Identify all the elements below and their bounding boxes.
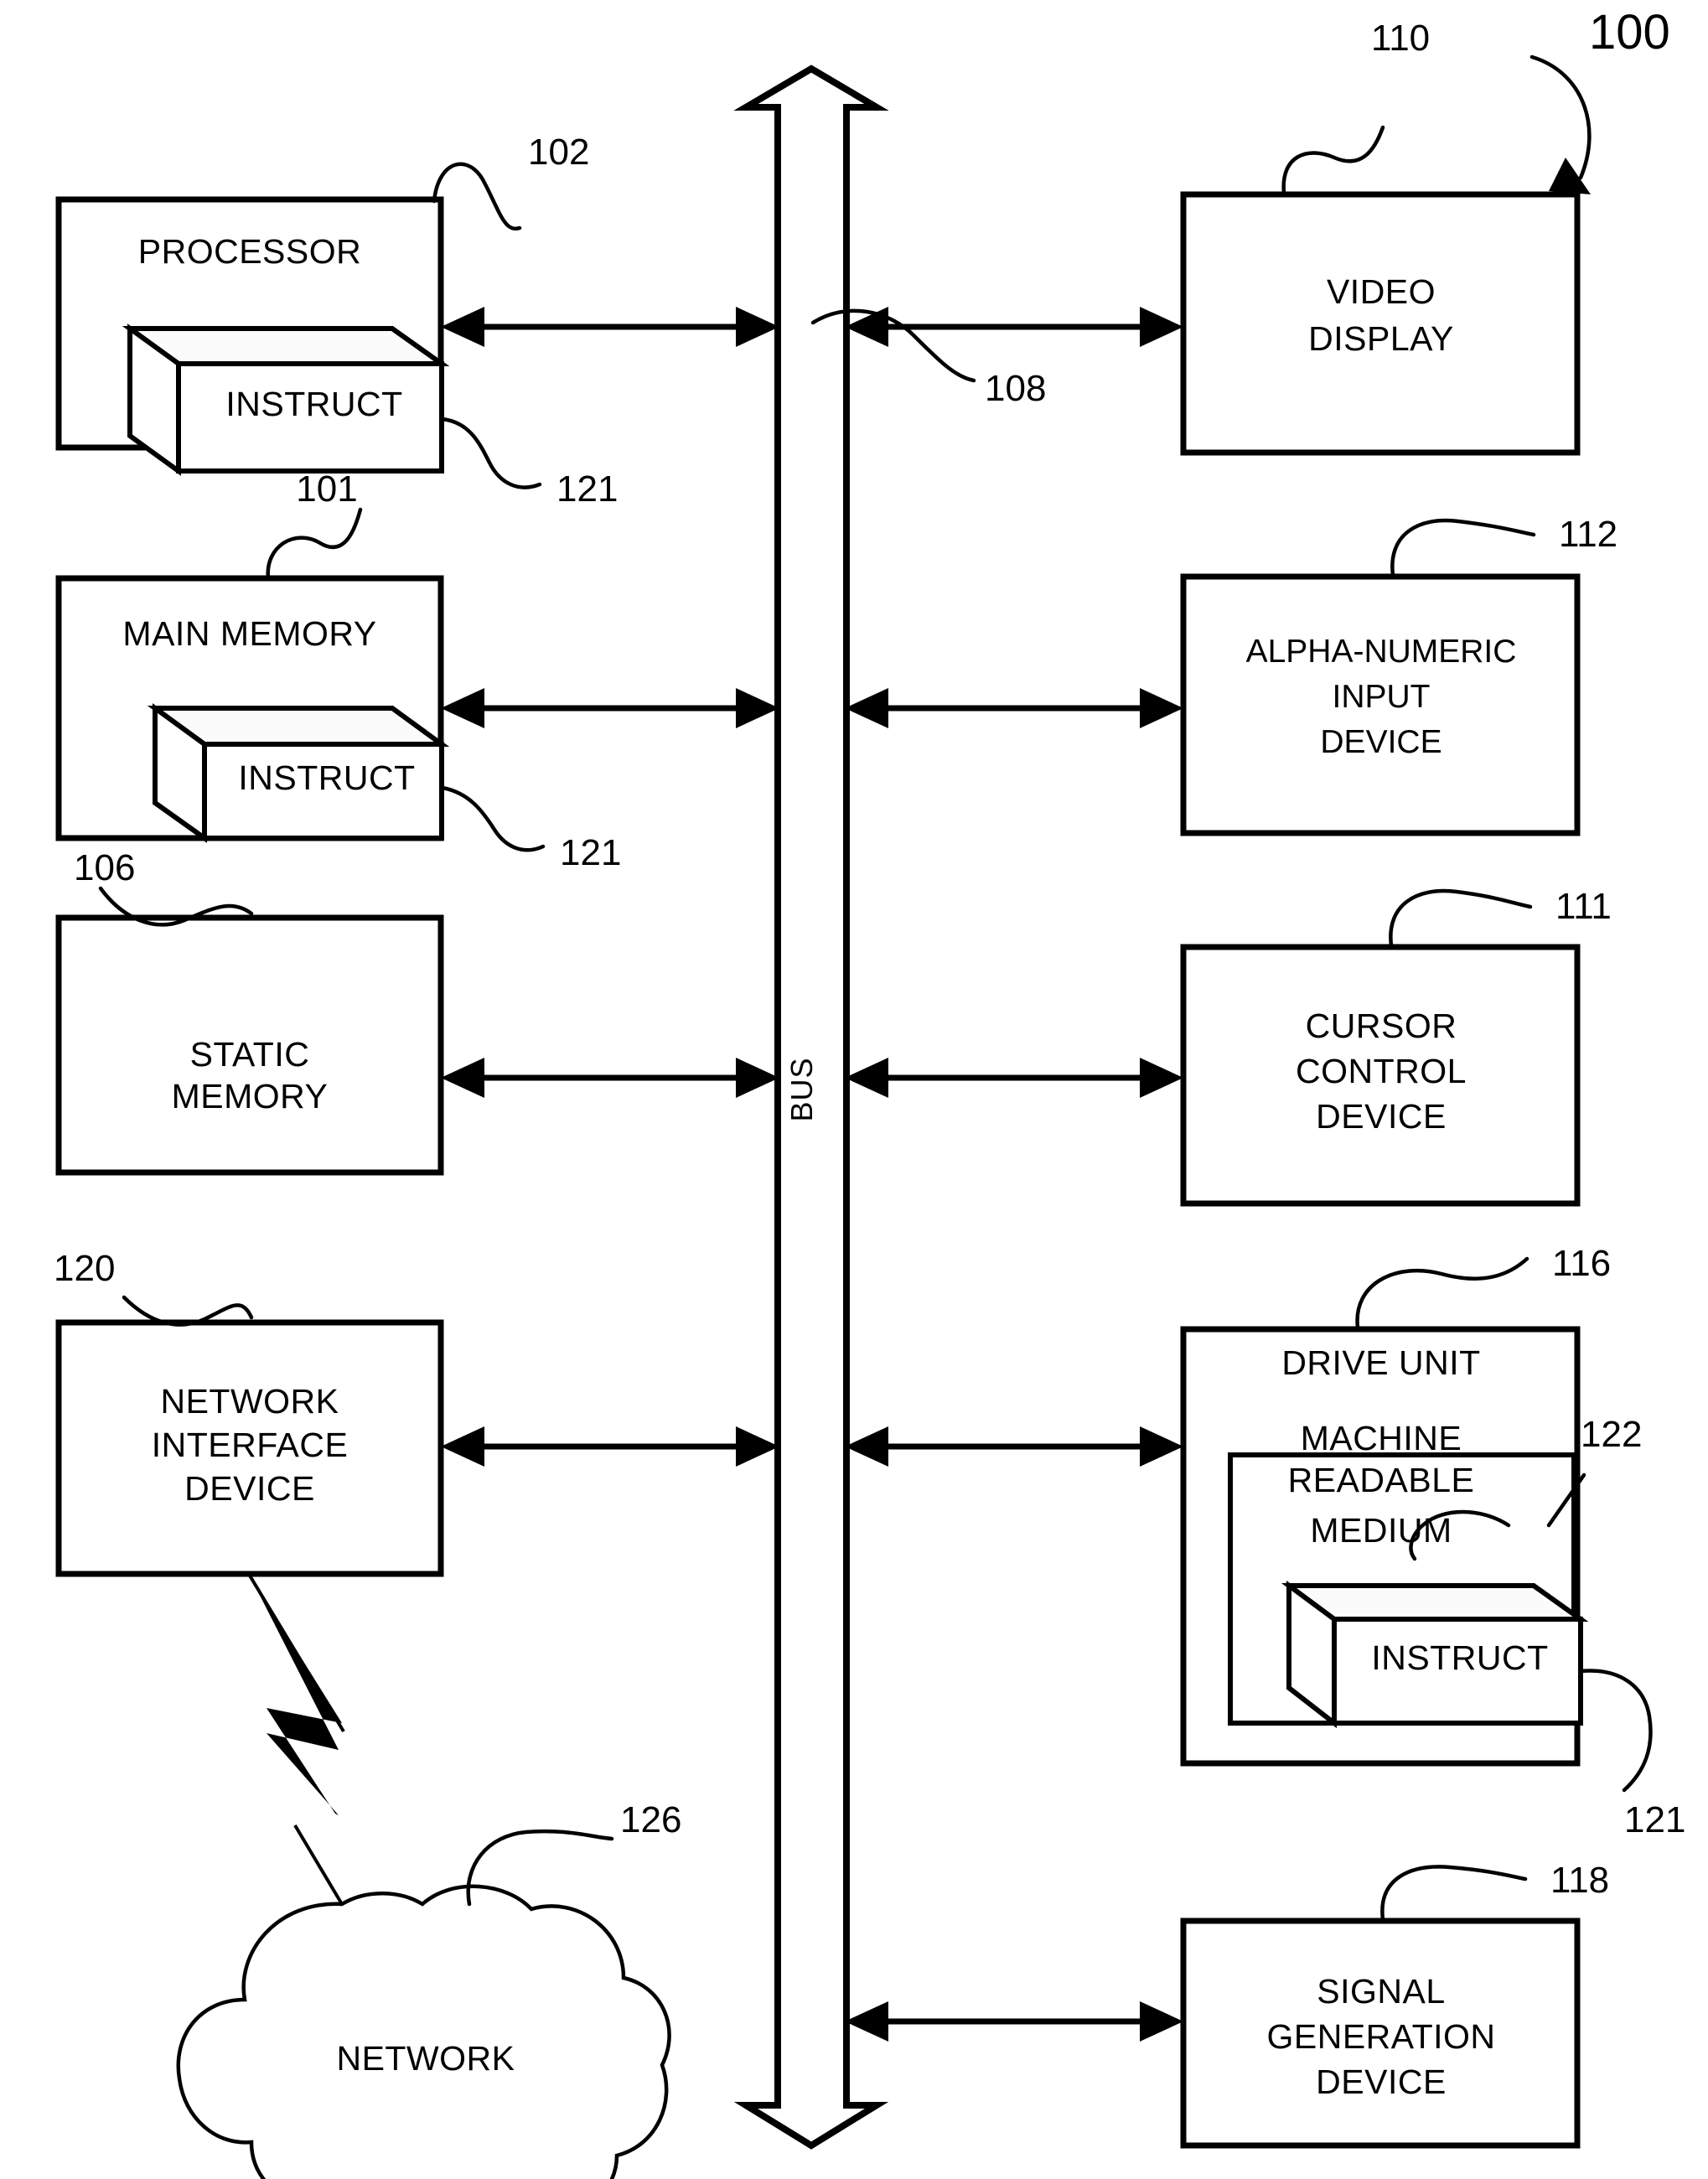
bus-label-text: BUS xyxy=(784,1057,819,1121)
network-interface-line2: INTERFACE xyxy=(152,1426,349,1464)
static-memory-line1: STATIC xyxy=(190,1035,310,1074)
ref-118: 118 xyxy=(1550,1860,1609,1901)
ref-111-leader xyxy=(1389,888,1533,948)
ref-121a-leader xyxy=(440,417,542,489)
ref-121c-leader xyxy=(1578,1669,1653,1793)
network-interface-line1: NETWORK xyxy=(160,1382,339,1421)
connector-static-memory-bus xyxy=(441,1058,779,1098)
ref-126: 126 xyxy=(620,1799,681,1840)
connector-bus-alpha-numeric xyxy=(845,688,1183,728)
ref-108: 108 xyxy=(985,368,1046,409)
ref-120: 120 xyxy=(54,1248,115,1289)
ref-118-leader xyxy=(1380,1865,1528,1922)
connector-network-interface-bus xyxy=(441,1426,779,1467)
ref-112-leader xyxy=(1390,518,1536,577)
connector-main-memory-bus xyxy=(441,688,779,728)
ref-116: 116 xyxy=(1552,1243,1611,1284)
ref-112: 112 xyxy=(1559,514,1617,555)
ref-102-leader xyxy=(432,162,522,231)
signal-generation-line3: DEVICE xyxy=(1316,2063,1447,2101)
alpha-numeric-line1: ALPHA-NUMERIC xyxy=(1246,634,1517,670)
main-memory-label: MAIN MEMORY xyxy=(122,614,376,653)
video-display-line2: DISPLAY xyxy=(1308,319,1454,358)
network-cloud xyxy=(176,1884,671,2179)
alpha-numeric-line2: INPUT xyxy=(1333,679,1431,715)
ref-121b-leader xyxy=(440,785,546,852)
drive-unit-line1: DRIVE UNIT xyxy=(1281,1343,1480,1382)
block-diagram-svg: BUS 108 100 PROCESSOR INSTRUCT 102 121 1… xyxy=(54,5,1685,2179)
ref-110: 110 xyxy=(1371,18,1430,59)
bus-label: BUS xyxy=(784,1057,819,1121)
network-interface-line3: DEVICE xyxy=(184,1469,315,1508)
patent-figure-canvas: BUS 108 100 PROCESSOR INSTRUCT 102 121 1… xyxy=(0,0,1708,2179)
ref-100: 100 xyxy=(1589,5,1670,60)
connector-bus-cursor-control xyxy=(845,1058,1183,1098)
ref-116-leader xyxy=(1355,1256,1529,1330)
cursor-control-line2: CONTROL xyxy=(1296,1052,1467,1090)
signal-generation-line1: SIGNAL xyxy=(1317,1972,1445,2011)
video-display-line1: VIDEO xyxy=(1327,272,1436,311)
system-ref-arrow xyxy=(1529,54,1592,194)
alpha-numeric-line3: DEVICE xyxy=(1320,724,1441,760)
connector-bus-signal-generation xyxy=(845,2001,1183,2042)
connector-bus-video-display xyxy=(845,307,1183,347)
medium-line2: MEDIUM xyxy=(1310,1511,1452,1550)
signal-generation-line2: GENERATION xyxy=(1266,2017,1495,2056)
ref-111: 111 xyxy=(1555,886,1612,927)
connector-bus-drive-unit xyxy=(845,1426,1183,1467)
ref-121-main-memory: 121 xyxy=(560,832,621,873)
ref-101: 101 xyxy=(296,468,357,510)
ref-121-processor: 121 xyxy=(556,468,618,510)
ref-102: 102 xyxy=(528,132,589,173)
ref-101-leader xyxy=(266,507,363,581)
ref-110-leader xyxy=(1281,125,1385,195)
ref-106: 106 xyxy=(74,847,135,888)
main-memory-instruct-label: INSTRUCT xyxy=(238,758,415,797)
static-memory-line2: MEMORY xyxy=(172,1077,329,1115)
processor-instruct-label: INSTRUCT xyxy=(225,385,402,423)
lightning-bolt-icon xyxy=(248,1574,345,1906)
ref-121-drive-unit: 121 xyxy=(1624,1799,1685,1840)
drive-unit-instruct-label: INSTRUCT xyxy=(1371,1638,1548,1677)
ref-122: 122 xyxy=(1581,1414,1642,1455)
connector-processor-bus xyxy=(441,307,779,347)
network-cloud-label: NETWORK xyxy=(336,2039,515,2078)
drive-unit-line2: MACHINE xyxy=(1301,1419,1462,1457)
cursor-control-line3: DEVICE xyxy=(1316,1097,1447,1136)
medium-line1: READABLE xyxy=(1288,1461,1475,1499)
processor-label: PROCESSOR xyxy=(138,232,362,271)
cursor-control-line1: CURSOR xyxy=(1306,1007,1457,1045)
